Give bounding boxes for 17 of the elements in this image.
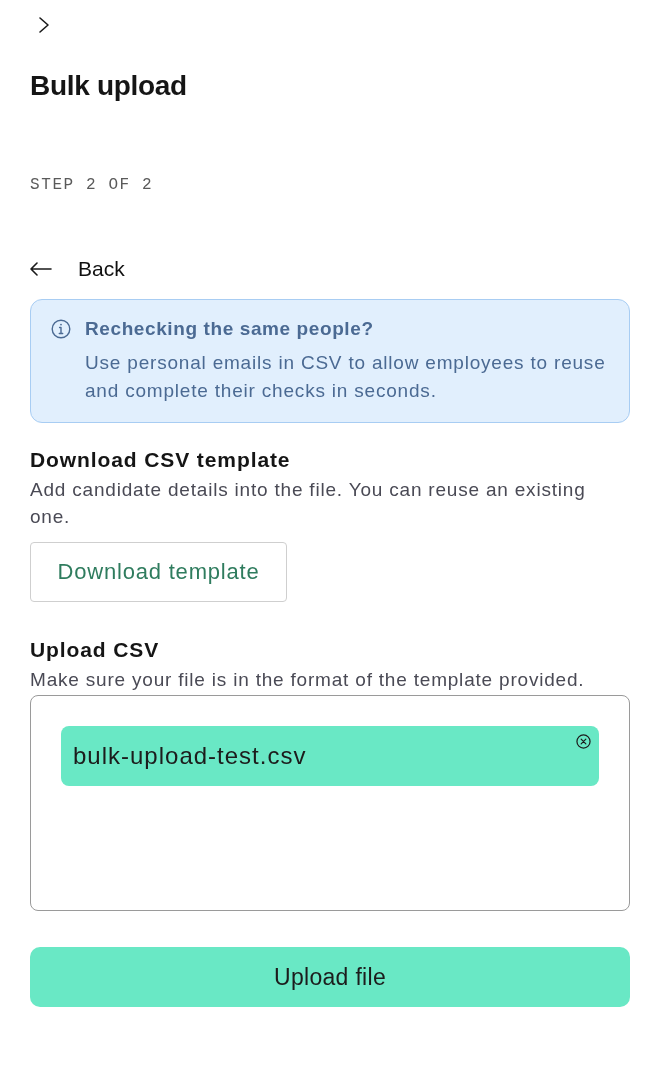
file-name: bulk-upload-test.csv — [73, 741, 307, 771]
download-template-button[interactable]: Download template — [30, 542, 287, 602]
page-title: Bulk upload — [30, 69, 187, 103]
section-title: Upload CSV — [30, 637, 160, 663]
back-link[interactable]: Back — [30, 256, 125, 282]
section-description: Make sure your file is in the format of the template provided. — [30, 668, 586, 692]
section-title: Download CSV template — [30, 447, 291, 473]
arrow-left-icon — [30, 262, 52, 276]
banner-title: Rechecking the same people? — [85, 317, 375, 341]
close-icon[interactable] — [576, 734, 591, 749]
step-indicator: STEP 2 OF 2 — [30, 175, 154, 196]
banner-text: Use personal emails in CSV to allow employees to reuse and complete their checks in seconds. — [85, 351, 607, 403]
chevron-right-icon[interactable] — [36, 16, 52, 34]
section-description: Add candidate details into the file. You can reuse an existing one. — [30, 478, 587, 529]
file-drop-zone[interactable]: bulk-upload-test.csv — [30, 695, 630, 911]
info-icon — [51, 319, 71, 339]
upload-file-button[interactable]: Upload file — [30, 947, 630, 1007]
